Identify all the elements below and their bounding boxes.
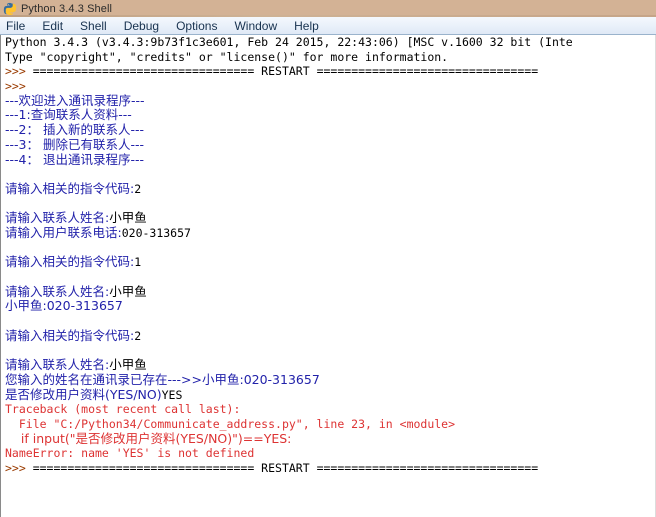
shell-output-area[interactable]: Python 3.4.3 (v3.4.3:9b73f1c3e601, Feb 2… bbox=[0, 35, 656, 517]
console-line: 请输入联系人姓名:小甲鱼 bbox=[5, 210, 655, 226]
line-output: ---1:查询联系人资料--- bbox=[5, 107, 132, 123]
line-output: ---2： 插入新的联系人--- bbox=[5, 122, 144, 138]
line-output: 请输入用户联系电话: bbox=[5, 224, 122, 240]
console-line: ---欢迎进入通讯录程序--- bbox=[5, 92, 655, 109]
menu-bar: File Edit Shell Debug Options Window Hel… bbox=[0, 17, 656, 35]
console-line: 请输入相关的指令代码:1 bbox=[5, 254, 655, 270]
shell-text[interactable]: Python 3.4.3 (v3.4.3:9b73f1c3e601, Feb 2… bbox=[5, 35, 655, 517]
console-line: 请输入联系人姓名:小甲鱼 bbox=[5, 283, 655, 300]
line-output: Traceback (most recent call last): bbox=[5, 402, 241, 417]
menu-window[interactable]: Window bbox=[234, 18, 286, 34]
menu-debug[interactable]: Debug bbox=[124, 18, 168, 34]
python-logo-icon bbox=[3, 2, 17, 16]
console-line: NameError: name 'YES' is not defined bbox=[5, 446, 655, 461]
menu-edit[interactable]: Edit bbox=[42, 18, 72, 34]
shell-prompt: >>> bbox=[5, 64, 33, 79]
console-line: ---2： 插入新的联系人--- bbox=[5, 122, 655, 138]
line-output: 小甲鱼:020-313657 bbox=[5, 298, 123, 314]
line-output: 请输入联系人姓名: bbox=[5, 283, 110, 299]
line-output: File "C:/Python34/Communicate_address.py… bbox=[5, 416, 456, 431]
restart-separator: ================================ RESTART… bbox=[32, 460, 539, 475]
menu-shell[interactable]: Shell bbox=[80, 18, 116, 34]
console-line: Traceback (most recent call last): bbox=[5, 402, 655, 417]
line-user-input: 小甲鱼 bbox=[109, 283, 147, 299]
line-user-input: 小甲鱼 bbox=[109, 210, 147, 226]
line-output: NameError: name 'YES' is not defined bbox=[5, 446, 255, 461]
line-user-input: YES bbox=[161, 387, 183, 402]
console-line: Type "copyright", "credits" or "license(… bbox=[5, 50, 655, 65]
console-line: if input("是否修改用户资料(YES/NO)")==YES: bbox=[5, 430, 655, 447]
line-output: 请输入相关的指令代码: bbox=[5, 327, 135, 343]
console-line: 是否修改用户资料(YES/NO)YES bbox=[5, 386, 655, 403]
line-user-input: 020-313657 bbox=[121, 225, 191, 240]
line-output: 请输入相关的指令代码: bbox=[5, 254, 135, 270]
line-output: if input("是否修改用户资料(YES/NO)")==YES: bbox=[5, 430, 292, 446]
console-line: >>> ================================ RES… bbox=[5, 461, 655, 476]
menu-help[interactable]: Help bbox=[294, 18, 328, 34]
console-line: 请输入用户联系电话:020-313657 bbox=[5, 224, 655, 241]
menu-options[interactable]: Options bbox=[176, 18, 226, 34]
line-output: 您输入的姓名在通讯录已存在--->>小甲鱼:020-313657 bbox=[5, 371, 320, 387]
idle-shell-window: Python 3.4.3 Shell File Edit Shell Debug… bbox=[0, 0, 656, 517]
line-output: Type "copyright", "credits" or "license(… bbox=[5, 49, 449, 64]
console-line: 请输入联系人姓名:小甲鱼 bbox=[5, 357, 655, 373]
line-output: >>> bbox=[5, 79, 33, 94]
title-bar: Python 3.4.3 Shell bbox=[0, 0, 656, 17]
console-line: ---3： 删除已有联系人--- bbox=[5, 136, 655, 153]
window-title: Python 3.4.3 Shell bbox=[21, 2, 113, 15]
console-line: >>> bbox=[5, 79, 655, 94]
line-output: ---4： 退出通讯录程序--- bbox=[5, 151, 144, 167]
line-output: 是否修改用户资料(YES/NO) bbox=[5, 386, 162, 402]
line-user-input: 小甲鱼 bbox=[109, 357, 147, 373]
console-line: 小甲鱼:020-313657 bbox=[5, 299, 655, 314]
menu-file[interactable]: File bbox=[6, 18, 34, 34]
line-output: Python 3.4.3 (v3.4.3:9b73f1c3e601, Feb 2… bbox=[5, 35, 573, 49]
line-user-input: 1 bbox=[134, 255, 142, 270]
line-output: 请输入相关的指令代码: bbox=[5, 180, 135, 196]
line-output: ---欢迎进入通讯录程序--- bbox=[5, 92, 145, 108]
console-line: 请输入相关的指令代码:2 bbox=[5, 180, 655, 197]
console-line: >>> ================================ RES… bbox=[5, 64, 655, 79]
line-user-input: 2 bbox=[134, 328, 142, 343]
console-line: ---4： 退出通讯录程序--- bbox=[5, 151, 655, 168]
shell-prompt: >>> bbox=[5, 460, 33, 475]
line-output: 请输入联系人姓名: bbox=[5, 210, 110, 226]
console-line: ---1:查询联系人资料--- bbox=[5, 108, 655, 123]
console-line: 请输入相关的指令代码:2 bbox=[5, 327, 655, 344]
console-line: 您输入的姓名在通讯录已存在--->>小甲鱼:020-313657 bbox=[5, 371, 655, 388]
line-user-input: 2 bbox=[134, 181, 142, 196]
line-output: 请输入联系人姓名: bbox=[5, 357, 110, 373]
line-output: ---3： 删除已有联系人--- bbox=[5, 136, 144, 152]
restart-separator: ================================ RESTART… bbox=[32, 64, 539, 79]
console-line: File "C:/Python34/Communicate_address.py… bbox=[5, 417, 655, 432]
console-line: Python 3.4.3 (v3.4.3:9b73f1c3e601, Feb 2… bbox=[5, 35, 655, 50]
